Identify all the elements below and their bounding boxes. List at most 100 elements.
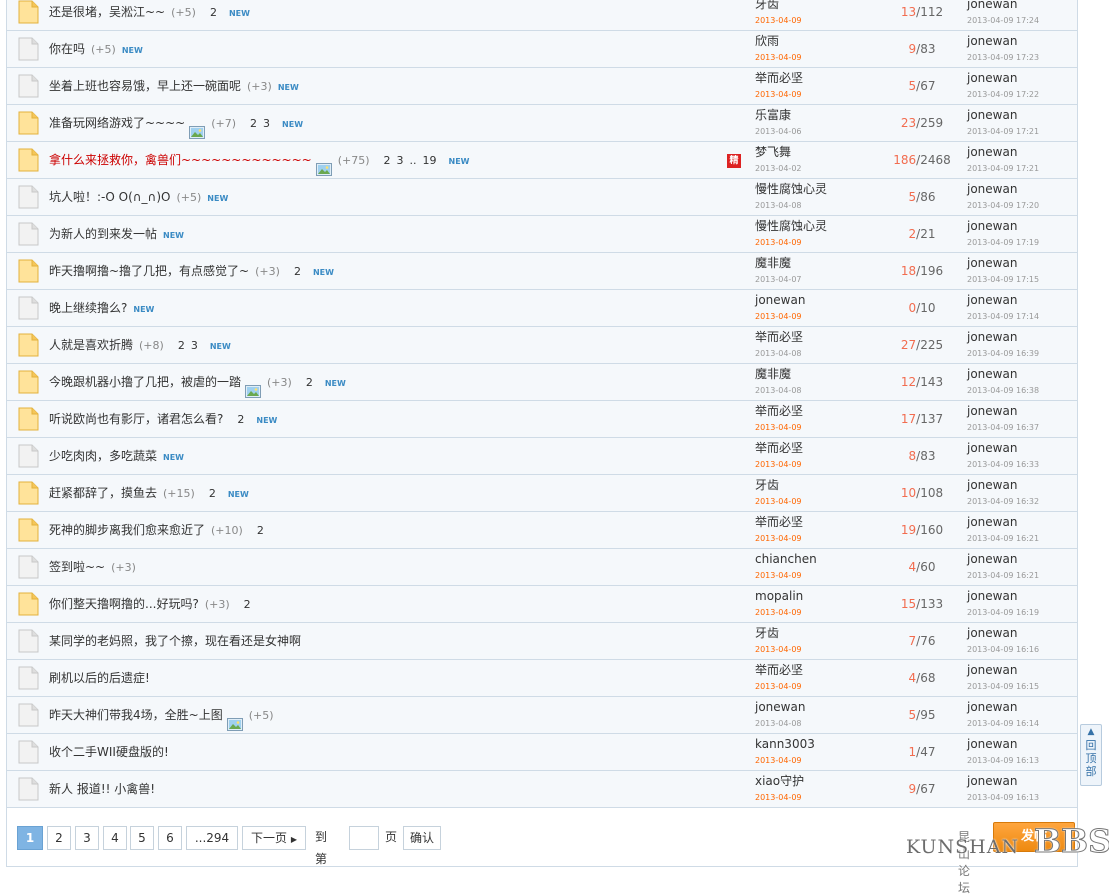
confirm-button[interactable]: 确认 xyxy=(403,826,441,850)
last-post-time[interactable]: 2013-04-09 17:14 xyxy=(967,310,1077,324)
last-poster-link[interactable]: jonewan xyxy=(967,404,1077,418)
last-poster-link[interactable]: jonewan xyxy=(967,34,1077,48)
author-name-link[interactable]: 举而必坚 xyxy=(755,441,875,455)
author-name-link[interactable]: 慢性腐蚀心灵 xyxy=(755,219,875,233)
thread-title-link[interactable]: 你在吗 xyxy=(49,42,85,56)
author-name-link[interactable]: 牙齿 xyxy=(755,626,875,640)
page-1-button[interactable]: 1 xyxy=(17,826,43,850)
thread-title-link[interactable]: 坑人啦！:-O O(∩_∩)O xyxy=(49,190,170,204)
last-post-time[interactable]: 2013-04-09 16:21 xyxy=(967,569,1077,583)
thread-title-link[interactable]: 昨天大神们带我4场，全胜~上图 xyxy=(49,708,223,722)
author-name-link[interactable]: chianchen xyxy=(755,552,875,566)
author-name-link[interactable]: kann3003 xyxy=(755,737,875,751)
thread-title-link[interactable]: 拿什么来拯救你，禽兽们~~~~~~~~~~~~~ xyxy=(49,153,312,167)
author-name-link[interactable]: 举而必坚 xyxy=(755,330,875,344)
last-post-time[interactable]: 2013-04-09 17:21 xyxy=(967,162,1077,176)
last-post-time[interactable]: 2013-04-09 16:13 xyxy=(967,754,1077,768)
author-name-link[interactable]: 举而必坚 xyxy=(755,515,875,529)
thread-title-link[interactable]: 签到啦~~ xyxy=(49,560,105,574)
author-name-link[interactable]: 牙齿 xyxy=(755,478,875,492)
thread-title-link[interactable]: 听说欧尚也有影厅，诸君怎么看? xyxy=(49,412,223,426)
last-poster-link[interactable]: jonewan xyxy=(967,145,1077,159)
last-post-time[interactable]: 2013-04-09 17:19 xyxy=(967,236,1077,250)
author-name-link[interactable]: 举而必坚 xyxy=(755,404,875,418)
author-name-link[interactable]: 魔非魔 xyxy=(755,256,875,270)
last-post-time[interactable]: 2013-04-09 17:15 xyxy=(967,273,1077,287)
thread-page-link[interactable]: 2 xyxy=(306,376,313,389)
last-poster-link[interactable]: jonewan xyxy=(967,108,1077,122)
last-post-time[interactable]: 2013-04-09 16:16 xyxy=(967,643,1077,657)
last-post-time[interactable]: 2013-04-09 16:15 xyxy=(967,680,1077,694)
last-poster-link[interactable]: jonewan xyxy=(967,293,1077,307)
thread-title-link[interactable]: 少吃肉肉，多吃蔬菜 xyxy=(49,449,157,463)
thread-title-link[interactable]: 准备玩网络游戏了~~~~ xyxy=(49,116,185,130)
author-name-link[interactable]: 欣雨 xyxy=(755,34,875,48)
thread-page-link[interactable]: 3 xyxy=(191,339,198,352)
thread-page-link[interactable]: 2 xyxy=(210,6,217,19)
thread-page-link[interactable]: 2 xyxy=(250,117,257,130)
thread-page-link[interactable]: 2 xyxy=(178,339,185,352)
thread-title-link[interactable]: 昨天撸啊撸~撸了几把，有点感觉了~ xyxy=(49,264,249,278)
last-post-time[interactable]: 2013-04-09 16:33 xyxy=(967,458,1077,472)
last-post-time[interactable]: 2013-04-09 17:20 xyxy=(967,199,1077,213)
last-post-time[interactable]: 2013-04-09 16:13 xyxy=(967,791,1077,805)
next-page-button[interactable]: 下一页 ▶ xyxy=(242,826,306,850)
author-name-link[interactable]: 举而必坚 xyxy=(755,663,875,677)
last-poster-link[interactable]: jonewan xyxy=(967,256,1077,270)
last-poster-link[interactable]: jonewan xyxy=(967,700,1077,714)
last-poster-link[interactable]: jonewan xyxy=(967,478,1077,492)
last-post-time[interactable]: 2013-04-09 17:21 xyxy=(967,125,1077,139)
thread-title-link[interactable]: 人就是喜欢折腾 xyxy=(49,338,133,352)
page-2-button[interactable]: 2 xyxy=(47,826,71,850)
thread-title-link[interactable]: 坐着上班也容易饿，早上还一碗面呢 xyxy=(49,79,241,93)
thread-page-link[interactable]: 2 xyxy=(237,413,244,426)
last-poster-link[interactable]: jonewan xyxy=(967,663,1077,677)
thread-title-link[interactable]: 某同学的老妈照，我了个擦，现在看还是女神啊 xyxy=(49,634,301,648)
page-6-button[interactable]: 6 xyxy=(158,826,182,850)
last-post-time[interactable]: 2013-04-09 16:19 xyxy=(967,606,1077,620)
thread-page-link[interactable]: 19 xyxy=(423,154,437,167)
thread-page-link[interactable]: 2 xyxy=(244,598,251,611)
last-poster-link[interactable]: jonewan xyxy=(967,182,1077,196)
thread-title-link[interactable]: 死神的脚步离我们愈来愈近了 xyxy=(49,523,205,537)
thread-page-link[interactable]: 2 xyxy=(257,524,264,537)
last-poster-link[interactable]: jonewan xyxy=(967,367,1077,381)
last-post-time[interactable]: 2013-04-09 16:37 xyxy=(967,421,1077,435)
page-5-button[interactable]: 5 xyxy=(130,826,154,850)
last-page-button[interactable]: ...294 xyxy=(186,826,238,850)
last-post-time[interactable]: 2013-04-09 16:14 xyxy=(967,717,1077,731)
last-poster-link[interactable]: jonewan xyxy=(967,515,1077,529)
last-poster-link[interactable]: jonewan xyxy=(967,219,1077,233)
thread-title-link[interactable]: 刷机以后的后遗症! xyxy=(49,671,150,685)
author-name-link[interactable]: 慢性腐蚀心灵 xyxy=(755,182,875,196)
author-name-link[interactable]: jonewan xyxy=(755,700,875,714)
last-poster-link[interactable]: jonewan xyxy=(967,0,1077,11)
last-poster-link[interactable]: jonewan xyxy=(967,774,1077,788)
thread-title-link[interactable]: 还是很堵，吴淞江~~ xyxy=(49,5,165,19)
last-poster-link[interactable]: jonewan xyxy=(967,626,1077,640)
last-post-time[interactable]: 2013-04-09 17:23 xyxy=(967,51,1077,65)
last-poster-link[interactable]: jonewan xyxy=(967,71,1077,85)
last-post-time[interactable]: 2013-04-09 16:32 xyxy=(967,495,1077,509)
last-poster-link[interactable]: jonewan xyxy=(967,441,1077,455)
thread-page-link[interactable]: 2 xyxy=(294,265,301,278)
author-name-link[interactable]: 举而必坚 xyxy=(755,71,875,85)
thread-title-link[interactable]: 晚上继续撸么? xyxy=(49,301,127,315)
last-post-time[interactable]: 2013-04-09 16:21 xyxy=(967,532,1077,546)
author-name-link[interactable]: 乐富康 xyxy=(755,108,875,122)
thread-title-link[interactable]: 你们整天撸啊撸的...好玩吗? xyxy=(49,597,199,611)
thread-title-link[interactable]: 为新人的到来发一帖 xyxy=(49,227,157,241)
thread-title-link[interactable]: 新人 报道!! 小禽兽! xyxy=(49,782,155,796)
last-post-time[interactable]: 2013-04-09 16:39 xyxy=(967,347,1077,361)
thread-page-link[interactable]: 2 xyxy=(209,487,216,500)
author-name-link[interactable]: xiao守护 xyxy=(755,774,875,788)
back-to-top-button[interactable]: ▲ 回顶部 xyxy=(1080,724,1102,786)
author-name-link[interactable]: 梦飞舞 xyxy=(755,145,875,159)
thread-page-link[interactable]: 3 xyxy=(263,117,270,130)
thread-title-link[interactable]: 今晚跟机器小撸了几把，被虐的一踏 xyxy=(49,375,241,389)
thread-title-link[interactable]: 收个二手WII硬盘版的! xyxy=(49,745,169,759)
last-poster-link[interactable]: jonewan xyxy=(967,552,1077,566)
author-name-link[interactable]: 牙齿 xyxy=(755,0,875,11)
thread-title-link[interactable]: 赶紧都辞了，摸鱼去 xyxy=(49,486,157,500)
thread-page-link[interactable]: 2 xyxy=(384,154,391,167)
